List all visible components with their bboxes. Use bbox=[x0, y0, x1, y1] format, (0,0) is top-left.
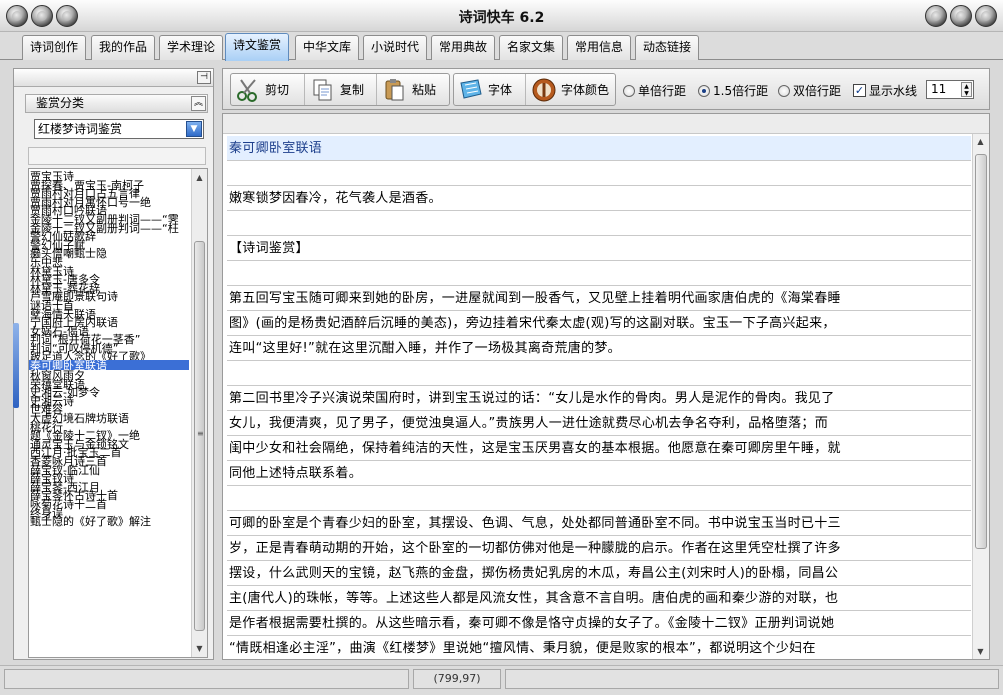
main-tabs: 诗词创作 我的作品 学术理论 诗文鉴赏 中华文库 小说时代 常用典故 名家文集 … bbox=[0, 32, 1003, 61]
tab-academic-theory[interactable]: 学术理论 bbox=[159, 35, 224, 60]
title-bar: 诗词快车 6.2 bbox=[0, 0, 1003, 32]
content-line bbox=[227, 261, 971, 286]
category-header-label: 鉴赏分类 bbox=[36, 96, 85, 110]
scroll-down-icon[interactable]: ▼ bbox=[973, 644, 988, 659]
copy-icon bbox=[310, 77, 336, 103]
tab-dynamic-links[interactable]: 动态链接 bbox=[635, 35, 700, 60]
pin-icon[interactable]: ⊣ bbox=[197, 71, 211, 84]
list-filter-bar bbox=[28, 147, 206, 165]
font-size-stepper[interactable]: 11 ▲ ▼ bbox=[926, 80, 974, 99]
category-select[interactable]: 红楼梦诗词鉴赏 ▼ bbox=[34, 119, 204, 139]
panel-header: ⊣ bbox=[14, 69, 213, 87]
content-line bbox=[227, 161, 971, 186]
palette-icon bbox=[531, 77, 557, 103]
content-scroll-thumb[interactable] bbox=[975, 154, 987, 549]
tab-common-info[interactable]: 常用信息 bbox=[567, 35, 632, 60]
category-select-value: 红楼梦诗词鉴赏 bbox=[38, 122, 123, 136]
font-color-label: 字体颜色 bbox=[561, 83, 610, 97]
content-line: “情既相逢必主淫”，曲演《红楼梦》里说她“擅风情、秉月貌，便是败家的根本”，都说… bbox=[227, 636, 971, 659]
chevron-down-icon[interactable]: ▼ bbox=[186, 121, 202, 137]
content-line: 第二回书里冷子兴演说荣国府时，讲到宝玉说过的话：“女儿是水作的骨肉。男人是泥作的… bbox=[227, 386, 971, 411]
font-color-button[interactable]: 字体颜色 bbox=[527, 74, 616, 105]
poem-list-scrollbar[interactable]: ▲ ≡ ▼ bbox=[191, 169, 207, 657]
content-line bbox=[227, 486, 971, 511]
font-icon bbox=[458, 77, 484, 103]
scissors-icon bbox=[235, 77, 261, 103]
editor-toolbar: 剪切 复制 粘贴 字体 字体颜色 单倍行距 1.5倍行距 双倍行距 ✓ 显示水线… bbox=[222, 68, 990, 110]
content-line: 是作者根据需要杜撰的。从这些暗示看，秦可卿不像是恪守贞操的女子了。《金陵十二钗》… bbox=[227, 611, 971, 636]
tab-my-works[interactable]: 我的作品 bbox=[91, 35, 156, 60]
content-line: 嫩寒锁梦因春冷，花气袭人是酒香。 bbox=[227, 186, 971, 211]
content-line: 同他上述特点联系着。 bbox=[227, 461, 971, 486]
font-size-value: 11 bbox=[931, 82, 947, 96]
tab-chinese-library[interactable]: 中华文库 bbox=[295, 35, 360, 60]
content-line: 主(唐代人)的珠帐，等等。上述这些人都是风流女性，其含意不言自明。唐伯虎的画和秦… bbox=[227, 586, 971, 611]
poem-content[interactable]: 秦可卿卧室联语 嫩寒锁梦因春冷，花气袭人是酒香。 【诗词鉴赏】 第五回写宝玉随可卿来到… bbox=[222, 113, 990, 660]
spacing-double-option[interactable]: 双倍行距 bbox=[778, 82, 841, 99]
tab-poetry-appreciation[interactable]: 诗文鉴赏 bbox=[225, 33, 290, 61]
list-item[interactable]: 甄士隐的《好了歌》解注 bbox=[29, 516, 189, 527]
content-line bbox=[227, 361, 971, 386]
category-header: 鉴赏分类 ︽ bbox=[25, 94, 208, 113]
font-button[interactable]: 字体 bbox=[454, 74, 526, 105]
content-line: 连叫“这里好!”就在这里沉酣入睡，并作了一场极其离奇荒唐的梦。 bbox=[227, 336, 971, 361]
spacing-15-option[interactable]: 1.5倍行距 bbox=[698, 82, 768, 99]
show-watermark-label: 显示水线 bbox=[869, 84, 918, 98]
checkbox-checked-icon[interactable]: ✓ bbox=[853, 84, 866, 97]
option-window-button[interactable] bbox=[950, 5, 972, 27]
tab-famous-collections[interactable]: 名家文集 bbox=[499, 35, 564, 60]
show-watermark-option[interactable]: ✓ 显示水线 bbox=[853, 82, 917, 99]
content-line bbox=[227, 211, 971, 236]
content-line: 【诗词鉴赏】 bbox=[227, 236, 971, 261]
cut-button[interactable]: 剪切 bbox=[231, 74, 305, 105]
content-line: 岁，正是青春萌动期的开始，这个卧室的一切都仿佛对他是一种朦胧的启示。作者在这里凭… bbox=[227, 536, 971, 561]
paste-button[interactable]: 粘贴 bbox=[378, 74, 450, 105]
tab-novel-era[interactable]: 小说时代 bbox=[363, 35, 428, 60]
content-line: 摆设，什么武则天的宝镜，赵飞燕的金盘，掷伤杨贵妃乳房的木瓜，寿昌公主(刘宋时人)… bbox=[227, 561, 971, 586]
poem-list-items: 贾宝玉诗 贾探春、贾宝玉-南柯子 贾雨村对月口占五言律 贾雨村对月寓怀口号一绝 贾雨村口… bbox=[29, 171, 189, 527]
content-line: 图》(画的是杨贵妃酒醉后沉睡的美态)，旁边挂着宋代秦太虚(观)写的这副对联。宝玉… bbox=[227, 311, 971, 336]
spacing-single-option[interactable]: 单倍行距 bbox=[623, 82, 686, 99]
scroll-thumb[interactable]: ≡ bbox=[194, 241, 205, 631]
radio-icon[interactable] bbox=[623, 84, 635, 97]
poem-list[interactable]: 贾宝玉诗 贾探春、贾宝玉-南柯子 贾雨村对月口占五言律 贾雨村对月寓怀口号一绝 贾雨村口… bbox=[28, 168, 208, 658]
content-ruler bbox=[223, 114, 989, 134]
status-bar: (799,97) bbox=[0, 665, 1003, 695]
spacing-15-label: 1.5倍行距 bbox=[713, 84, 769, 98]
stepper-arrows-icon[interactable]: ▲ ▼ bbox=[961, 82, 972, 97]
tab-poetry-create[interactable]: 诗词创作 bbox=[22, 35, 87, 60]
paste-icon bbox=[382, 77, 408, 103]
content-line: 第五回写宝玉随可卿来到她的卧房，一进屋就闻到一股香气，又见壁上挂着明代画家唐伯虎… bbox=[227, 286, 971, 311]
tab-allusions[interactable]: 常用典故 bbox=[431, 35, 496, 60]
exit-window-button[interactable] bbox=[975, 5, 997, 27]
content-line: 闺中少女和社会隔绝，保持着纯洁的天性，这是宝玉厌男喜女的基本根据。他愿意在秦可卿… bbox=[227, 436, 971, 461]
scroll-up-icon[interactable]: ▲ bbox=[973, 134, 988, 149]
spacing-single-label: 单倍行距 bbox=[638, 84, 687, 98]
panel-resize-handle[interactable] bbox=[13, 323, 19, 408]
status-extra bbox=[505, 669, 999, 689]
font-group: 字体 字体颜色 bbox=[453, 73, 616, 106]
collapse-icon[interactable]: ︽ bbox=[191, 96, 206, 111]
content-lines: 秦可卿卧室联语 嫩寒锁梦因春冷，花气袭人是酒香。 【诗词鉴赏】 第五回写宝玉随可卿来到… bbox=[227, 136, 971, 659]
font-label: 字体 bbox=[488, 83, 513, 97]
copy-button[interactable]: 复制 bbox=[306, 74, 377, 105]
copy-label: 复制 bbox=[340, 83, 365, 97]
clipboard-group: 剪切 复制 粘贴 bbox=[230, 73, 450, 106]
content-line: 女儿，我便清爽，见了男子，便觉浊臭逼人。”贵族男人一进仕途就费尽心机去争名夺利，… bbox=[227, 411, 971, 436]
content-line: 可卿的卧室是个青春少妇的卧室，其摆设、色调、气息，处处都同普通卧室不同。书中说宝… bbox=[227, 511, 971, 536]
poem-title: 秦可卿卧室联语 bbox=[227, 136, 971, 161]
spacing-double-label: 双倍行距 bbox=[793, 84, 842, 98]
help-window-button[interactable] bbox=[925, 5, 947, 27]
radio-selected-icon[interactable] bbox=[698, 84, 710, 97]
window-title: 诗词快车 6.2 bbox=[458, 10, 545, 26]
cursor-coordinates: (799,97) bbox=[413, 669, 501, 689]
cut-label: 剪切 bbox=[265, 83, 290, 97]
scroll-up-icon[interactable]: ▲ bbox=[192, 170, 207, 185]
scroll-down-icon[interactable]: ▼ bbox=[192, 641, 207, 656]
status-message bbox=[4, 669, 409, 689]
radio-icon[interactable] bbox=[778, 84, 790, 97]
paste-label: 粘贴 bbox=[412, 83, 437, 97]
content-scrollbar[interactable]: ▲ ▼ bbox=[972, 134, 989, 659]
